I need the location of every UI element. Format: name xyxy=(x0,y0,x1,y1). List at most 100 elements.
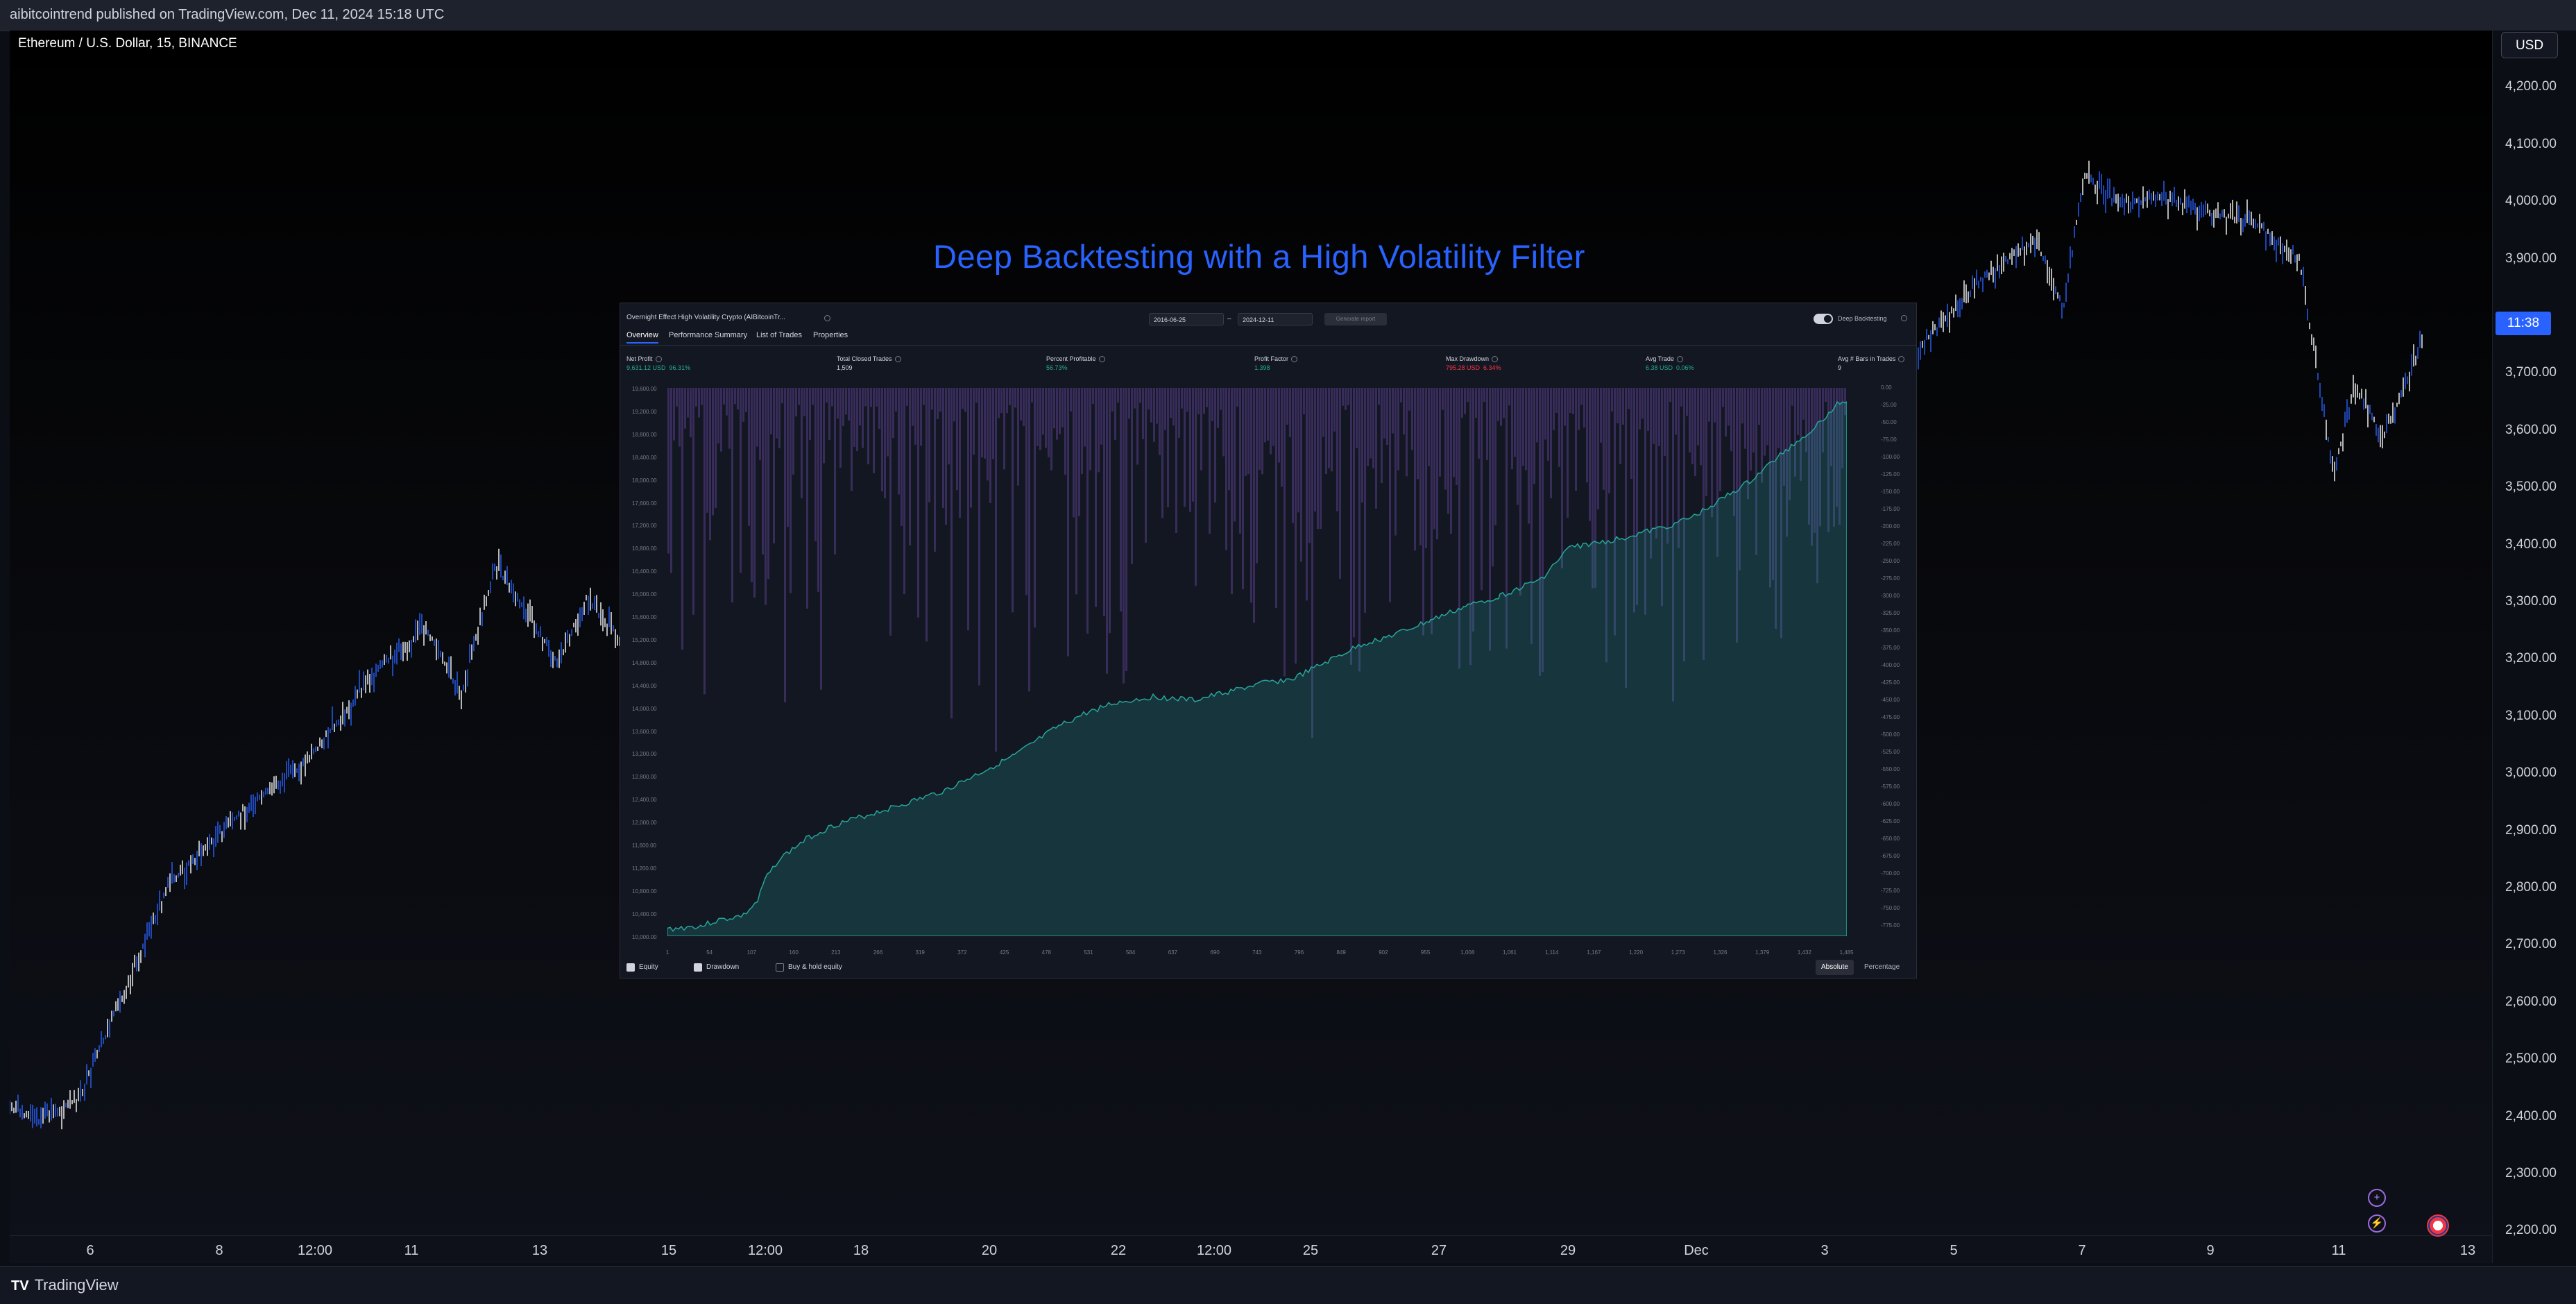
price-tick-label: 3,400.00 xyxy=(2505,537,2557,552)
drawdown-bar xyxy=(1444,388,1447,490)
buy-hold-checkbox[interactable] xyxy=(776,963,784,972)
percentage-toggle[interactable]: Percentage xyxy=(1859,960,1905,975)
drawdown-bar xyxy=(909,388,911,545)
info-icon[interactable] xyxy=(1492,356,1499,363)
currency-selector[interactable]: USD xyxy=(2501,32,2558,58)
price-scale[interactable]: 4,200.00 4,100.00 4,000.00 3,900.00 3,700.00… xyxy=(2492,31,2576,1263)
drawdown-bar xyxy=(1267,388,1269,441)
drawdown-bar xyxy=(923,388,925,405)
trade-number-label: 743 xyxy=(1252,949,1262,956)
equity-tick-label: 14,000.00 xyxy=(632,705,657,712)
drawdown-bar xyxy=(1000,388,1003,414)
drawdown-bar xyxy=(1086,388,1089,634)
info-icon[interactable] xyxy=(655,356,662,363)
drawdown-bar xyxy=(1256,388,1258,564)
drawdown-bar xyxy=(690,388,692,438)
drawdown-bar xyxy=(745,388,747,412)
drawdown-bar xyxy=(1286,388,1288,425)
metric-value: 795.28 USD 6.34% xyxy=(1446,364,1501,371)
drawdown-bar xyxy=(1292,388,1294,523)
drawdown-bar xyxy=(670,388,672,573)
time-tick-label: 12:00 xyxy=(1196,1243,1232,1258)
info-icon[interactable] xyxy=(1676,356,1683,363)
trade-number-label: 1,326 xyxy=(1713,949,1728,956)
deep-backtesting-toggle[interactable] xyxy=(1814,314,1833,324)
drawdown-bar xyxy=(1641,388,1644,419)
generate-report-button[interactable]: Generate report xyxy=(1324,313,1387,325)
tab-properties[interactable]: Properties xyxy=(813,331,848,339)
add-alert-icon[interactable]: + xyxy=(2368,1189,2386,1207)
drawdown-bar xyxy=(773,388,775,544)
time-tick-label: 12:00 xyxy=(297,1243,333,1258)
drawdown-bar xyxy=(1025,388,1027,595)
drawdown-bar xyxy=(1272,388,1274,446)
drawdown-bar xyxy=(1150,388,1152,423)
tab-list-of-trades[interactable]: List of Trades xyxy=(756,331,802,339)
start-date-input[interactable]: 2016-06-25 xyxy=(1149,313,1224,325)
drawdown-bar xyxy=(1553,388,1555,430)
drawdown-bar xyxy=(728,388,731,449)
drawdown-tick-label: -775.00 xyxy=(1881,922,1900,929)
drawdown-bar xyxy=(778,388,781,448)
current-price-label: 11:38 xyxy=(2496,312,2551,335)
metric-value: 1,509 xyxy=(837,364,853,371)
end-date-input[interactable]: 2024-12-11 xyxy=(1238,313,1313,325)
drawdown-bar xyxy=(1564,388,1566,426)
drawdown-bar xyxy=(684,388,686,429)
drawdown-bar xyxy=(787,388,789,527)
price-tick-label: 3,700.00 xyxy=(2505,365,2557,380)
drawdown-bar xyxy=(884,388,886,499)
drawdown-bar xyxy=(1686,388,1688,416)
equity-chart[interactable] xyxy=(667,388,1847,936)
drawdown-bar xyxy=(753,388,756,598)
settings-icon[interactable] xyxy=(824,315,830,321)
drawdown-bar xyxy=(1059,388,1061,434)
drawdown-checkbox[interactable] xyxy=(694,963,702,972)
symbol-title[interactable]: Ethereum / U.S. Dollar, 15, BINANCE xyxy=(18,36,237,51)
absolute-toggle[interactable]: Absolute xyxy=(1816,960,1854,975)
drawdown-bar xyxy=(1764,388,1766,456)
drawdown-bar xyxy=(814,388,817,541)
drawdown-bar xyxy=(1630,388,1632,480)
metric-label: Profit Factor xyxy=(1254,355,1298,363)
tradingview-logo[interactable]: TV TradingView xyxy=(11,1276,119,1294)
drawdown-bar xyxy=(1428,388,1430,466)
info-icon[interactable] xyxy=(1098,356,1105,363)
drawdown-bar xyxy=(1589,388,1591,521)
time-axis[interactable]: 6 8 12:00 11 13 15 12:00 18 20 22 12:00 25 27 29 Dec 3 5… xyxy=(10,1235,2492,1264)
info-icon[interactable] xyxy=(1901,315,1907,321)
drawdown-bar xyxy=(837,388,839,419)
drawdown-bar xyxy=(790,388,792,593)
tab-performance-summary[interactable]: Performance Summary xyxy=(669,331,747,339)
info-icon[interactable] xyxy=(1291,356,1298,363)
drawdown-bar xyxy=(889,388,892,636)
drawdown-bar xyxy=(1128,388,1130,419)
drawdown-tick-label: -225.00 xyxy=(1881,541,1900,547)
drawdown-bar xyxy=(920,388,922,446)
region-flag-icon[interactable] xyxy=(2427,1214,2449,1237)
time-tick-label: 27 xyxy=(1431,1243,1447,1258)
drawdown-bar xyxy=(848,388,850,421)
info-icon[interactable] xyxy=(1898,356,1905,363)
drawdown-bar xyxy=(1719,388,1721,491)
drawdown-bar xyxy=(1442,388,1444,410)
equity-tick-label: 16,800.00 xyxy=(632,545,657,552)
drawdown-bar xyxy=(1023,388,1025,426)
price-tick-label: 3,600.00 xyxy=(2505,423,2557,437)
tab-overview[interactable]: Overview xyxy=(626,331,658,344)
drawdown-bar xyxy=(1750,388,1752,471)
equity-checkbox[interactable] xyxy=(626,963,635,972)
drawdown-bar xyxy=(1217,388,1219,428)
drawdown-bar xyxy=(1475,388,1477,418)
drawdown-bar xyxy=(1120,388,1122,612)
equity-tick-label: 11,200.00 xyxy=(632,865,656,872)
lightning-icon[interactable]: ⚡ xyxy=(2368,1214,2386,1233)
info-icon[interactable] xyxy=(894,356,901,363)
drawdown-bar xyxy=(906,388,908,406)
drawdown-tick-label: -675.00 xyxy=(1881,853,1900,859)
metric-value: 56.73% xyxy=(1046,364,1068,371)
drawdown-bar xyxy=(1350,388,1352,665)
drawdown-bar xyxy=(1708,388,1710,422)
strategy-name[interactable]: Overnight Effect High Volatility Crypto … xyxy=(626,314,785,321)
price-tick-label: 2,300.00 xyxy=(2505,1166,2557,1180)
